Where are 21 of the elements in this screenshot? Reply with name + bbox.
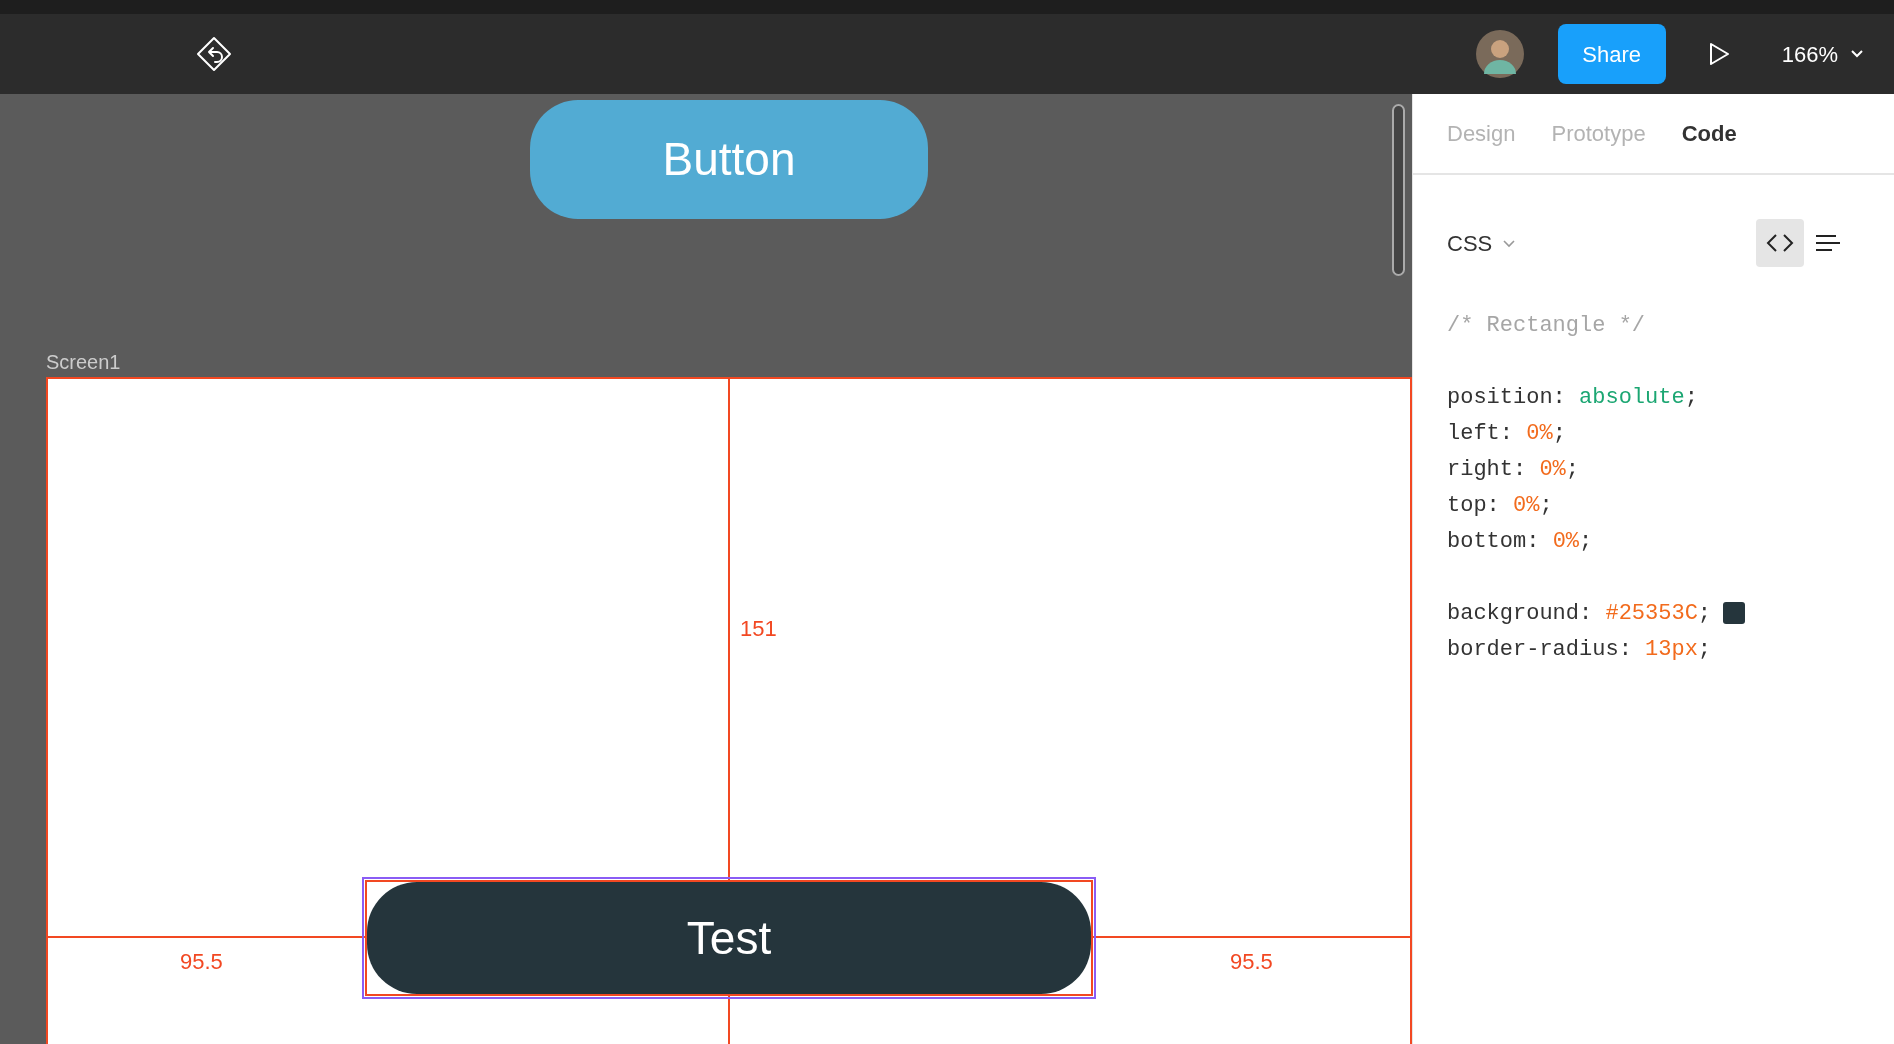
code-view-button[interactable] <box>1756 219 1804 267</box>
code-line: right: 0%; <box>1447 455 1580 484</box>
code-line: top: 0%; <box>1447 491 1553 520</box>
code-line: border-radius: 13px; <box>1447 635 1712 664</box>
panel-tab[interactable]: Code <box>1681 117 1737 150</box>
zoom-level[interactable]: 166% <box>1781 37 1838 71</box>
measurement-label: 95.5 <box>180 948 223 976</box>
code-line: left: 0%; <box>1447 419 1566 448</box>
frame-label: Screen1 <box>46 350 121 375</box>
code-line: position: absolute; <box>1447 383 1698 412</box>
lines-icon <box>1816 234 1840 252</box>
code-brackets-icon <box>1766 233 1794 253</box>
code-line: bottom: 0%; <box>1447 527 1593 556</box>
undo-icon[interactable] <box>195 35 233 73</box>
play-icon[interactable] <box>1707 42 1730 66</box>
measurement-label: 151 <box>740 615 777 643</box>
language-dropdown[interactable]: CSS <box>1447 226 1517 260</box>
measurement-label: 95.5 <box>1230 948 1273 976</box>
code-line: /* Rectangle */ <box>1447 311 1646 340</box>
code-line: background: #25353C; <box>1447 599 1712 628</box>
avatar-icon[interactable] <box>1475 30 1524 78</box>
